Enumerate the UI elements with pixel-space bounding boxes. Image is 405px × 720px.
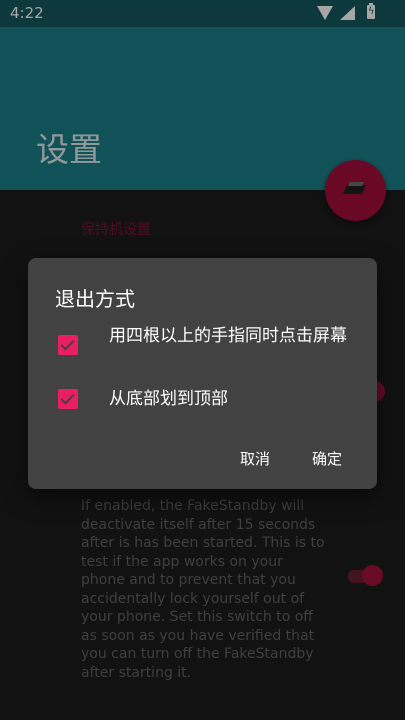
option-label: 用四根以上的手指同时点击屏幕 xyxy=(109,326,347,346)
checkbox-checked-icon[interactable] xyxy=(58,389,78,409)
ok-button[interactable]: 确定 xyxy=(312,448,342,469)
checkbox-checked-icon[interactable] xyxy=(58,335,78,355)
cancel-button[interactable]: 取消 xyxy=(240,448,270,469)
option-swipe-up[interactable]: 从底部划到顶部 xyxy=(28,388,377,418)
option-label: 从底部划到顶部 xyxy=(109,389,228,409)
option-four-finger-tap[interactable]: 用四根以上的手指同时点击屏幕 xyxy=(28,324,377,380)
dialog-title: 退出方式 xyxy=(55,287,135,311)
exit-method-dialog: 退出方式 用四根以上的手指同时点击屏幕 从底部划到顶部 取消 确定 xyxy=(28,258,377,489)
